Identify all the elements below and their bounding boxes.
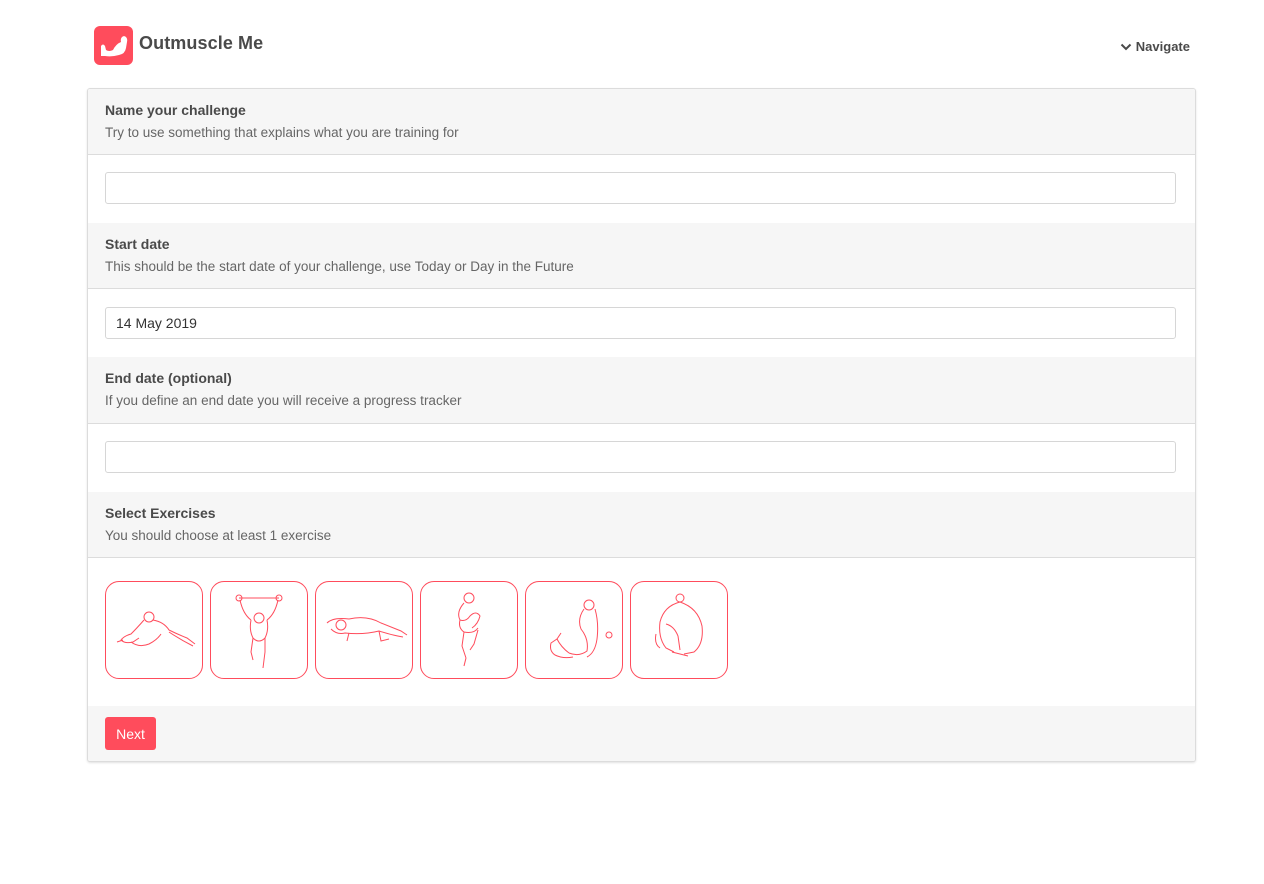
exercises-subtitle: You should choose at least 1 exercise (105, 528, 332, 543)
navigate-label: Navigate (1135, 39, 1190, 54)
exercise-tile-4[interactable] (420, 581, 518, 679)
end-date-title: End date (optional) (105, 370, 232, 386)
name-subtitle: Try to use something that explains what … (105, 125, 459, 140)
end-date-input[interactable] (105, 441, 1176, 473)
divider (88, 154, 1195, 155)
exercises-title: Select Exercises (105, 505, 216, 521)
name-title: Name your challenge (105, 102, 246, 118)
divider (88, 288, 1195, 289)
pull-up-icon (235, 594, 283, 669)
chevron-down-icon (1120, 43, 1132, 50)
exercise-tile-6[interactable] (630, 581, 728, 679)
exercise-tile-5[interactable] (525, 581, 623, 679)
exercises-section-header: Select Exercises You should choose at le… (88, 492, 1195, 557)
push-up-icon (326, 617, 408, 642)
start-date-input[interactable] (105, 307, 1176, 339)
name-section-header: Name your challenge Try to use something… (88, 89, 1195, 154)
start-date-subtitle: This should be the start date of your ch… (105, 259, 574, 274)
page: Outmuscle Me Navigate Name your challeng… (0, 0, 1264, 884)
start-date-section-header: Start date This should be the start date… (88, 223, 1195, 288)
divider (88, 557, 1195, 558)
exercise-tile-1[interactable] (105, 581, 203, 679)
end-date-section-header: End date (optional) If you define an end… (88, 357, 1195, 423)
sit-up-icon (550, 599, 613, 659)
challenge-form: Name your challenge Try to use something… (87, 88, 1196, 762)
end-date-subtitle: If you define an end date you will recei… (105, 393, 462, 408)
next-button[interactable]: Next (105, 717, 156, 750)
exercise-tile-2[interactable] (210, 581, 308, 679)
exercise-list (105, 581, 728, 679)
divider (88, 423, 1195, 424)
brand-name[interactable]: Outmuscle Me (139, 33, 263, 54)
crouch-stretch-icon (655, 593, 703, 657)
exercise-tile-3[interactable] (315, 581, 413, 679)
challenge-name-input[interactable] (105, 172, 1176, 204)
form-footer: Next (88, 706, 1195, 761)
kneeling-stretch-icon (116, 611, 196, 647)
start-date-title: Start date (105, 236, 170, 252)
logo-icon[interactable] (94, 26, 133, 65)
header: Outmuscle Me Navigate (94, 26, 1190, 66)
navigate-menu[interactable]: Navigate (1120, 39, 1190, 54)
squat-icon (458, 592, 481, 667)
